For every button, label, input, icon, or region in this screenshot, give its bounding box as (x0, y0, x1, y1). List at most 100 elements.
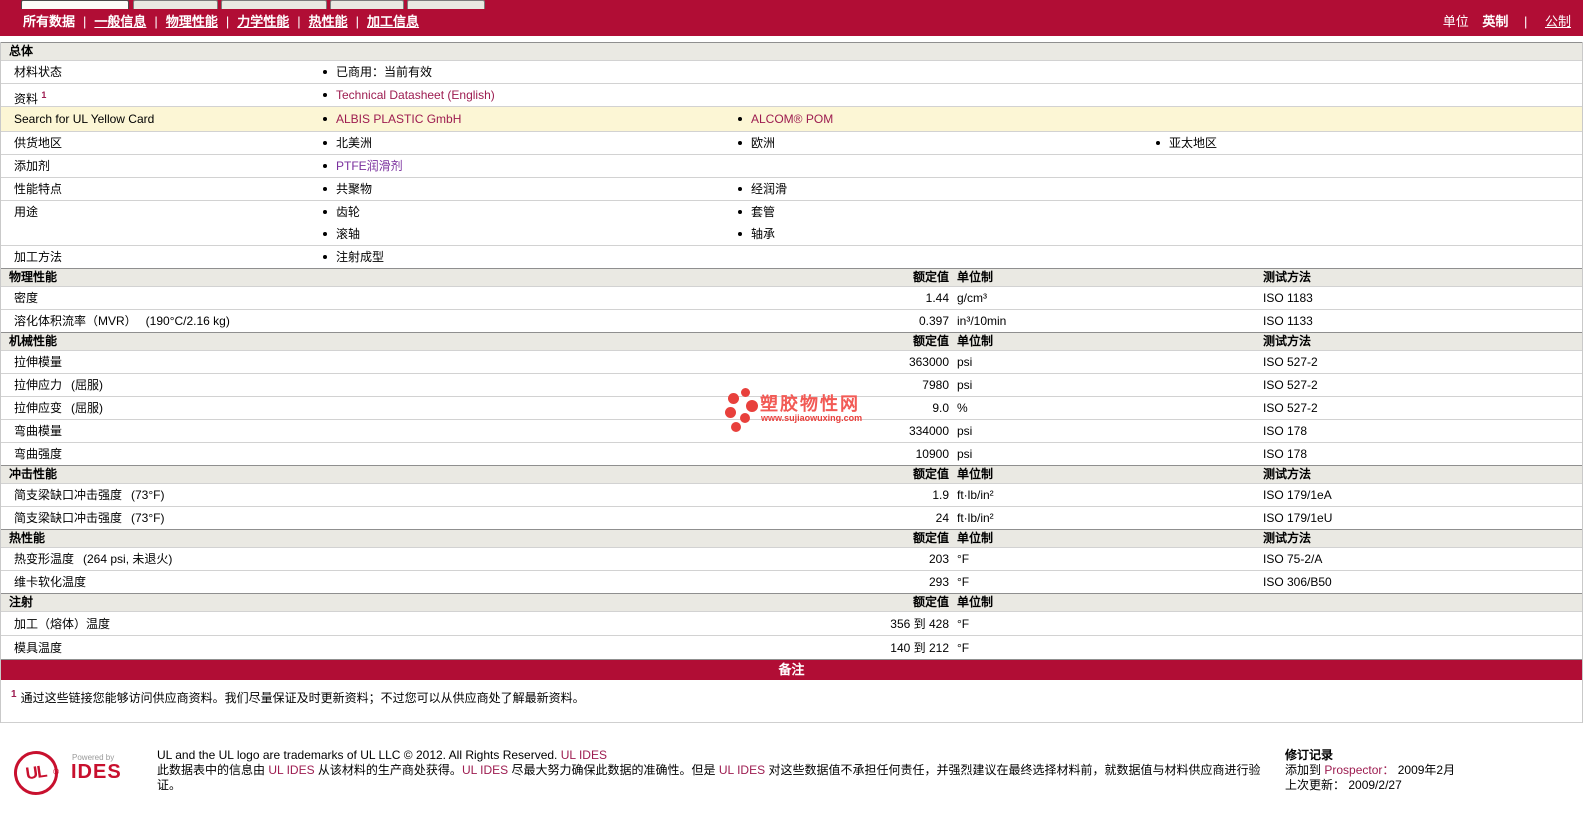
property-row: 拉伸模量 363000 psi ISO 527-2 (1, 350, 1582, 373)
property-unit: in³/10min (957, 314, 1007, 328)
col-header-unit: 单位制 (957, 270, 994, 284)
general-row-highlight: Search for UL Yellow Card ALBIS PLASTIC G… (1, 106, 1582, 131)
value-link[interactable]: Technical Datasheet (English) (336, 88, 495, 102)
property-value: 1.9 (932, 488, 949, 502)
property-value: 9.0 (932, 401, 949, 415)
col-header-method: 测试方法 (1263, 334, 1312, 348)
row-value-item: Technical Datasheet (English) (323, 84, 495, 106)
row-line: 添加剂 PTFE润滑剂 (1, 155, 1582, 177)
nav-link[interactable]: 物理性能 (166, 14, 218, 29)
ul-ides-link[interactable]: UL IDES (561, 748, 607, 762)
property-unit: °F (957, 575, 970, 589)
value-text: 滚轴 (336, 227, 361, 241)
property-unit: °F (957, 617, 970, 631)
row-label: 性能特点 (14, 182, 63, 196)
bullet-icon (1156, 140, 1160, 145)
nav-link[interactable]: 加工信息 (367, 14, 419, 29)
row-value-item: 欧洲 (738, 132, 775, 154)
section-header: 热性能 额定值 单位制 测试方法 (1, 529, 1582, 547)
datasheet-page: 所有数据 | 一般信息 | 物理性能 | 力学性能 | 热性能 | 加工信息 单位 英制 | 公制 … (0, 0, 1583, 828)
separator: | (297, 14, 301, 29)
property-condition: (190°C/2.16 kg) (145, 314, 230, 328)
unit-metric-link[interactable]: 公制 (1545, 14, 1571, 29)
row-value-item: 亚太地区 (1156, 132, 1217, 154)
property-value: 24 (935, 511, 949, 525)
value-text: 经润滑 (751, 182, 788, 196)
value-text: 北美洲 (336, 136, 373, 150)
trademark-text: UL and the UL logo are trademarks of UL … (157, 748, 561, 762)
col-header-value: 额定值 (912, 531, 949, 545)
value-link[interactable]: ALBIS PLASTIC GmbH (336, 112, 461, 126)
ul-ides-link[interactable]: UL IDES (719, 763, 765, 777)
browser-tab[interactable] (330, 0, 404, 9)
property-test-method: ISO 306/B50 (1263, 575, 1332, 589)
ul-ides-link[interactable]: UL IDES (462, 763, 508, 777)
prospector-link[interactable]: Prospector： (1324, 763, 1394, 777)
value-link-visited[interactable]: PTFE润滑剂 (336, 159, 403, 173)
property-row: 维卡软化温度 293 °F ISO 306/B50 (1, 570, 1582, 593)
bullet-icon (323, 231, 327, 236)
nav-link[interactable]: 力学性能 (237, 14, 289, 29)
row-value-item: 轴承 (738, 223, 775, 245)
value-text: 已商用：当前有效 (336, 65, 433, 79)
units-label: 单位 (1442, 14, 1469, 29)
property-name: 溶化体积流率（MVR） (190°C/2.16 kg) (14, 314, 230, 328)
section-title: 注射 (9, 595, 34, 609)
row-line: 加工方法 注射成型 (1, 246, 1582, 268)
nav-link[interactable]: 热性能 (309, 14, 348, 29)
value-link[interactable]: ALCOM® POM (751, 112, 833, 126)
row-value-item: 滚轴 (323, 223, 360, 245)
row-value-item: 注射成型 (323, 246, 384, 268)
footnote-marker: 1 (11, 689, 17, 700)
row-value-item: ALCOM® POM (738, 107, 833, 131)
property-value: 10900 (915, 447, 949, 461)
property-test-method: ISO 527-2 (1263, 401, 1318, 415)
property-name: 简支梁缺口冲击强度 (73°F) (14, 488, 165, 502)
property-row: 弯曲强度 10900 psi ISO 178 (1, 442, 1582, 465)
property-name: 热变形温度 (264 psi, 未退火) (14, 552, 173, 566)
ul-logo: UL ® (11, 748, 61, 798)
footer-text: UL and the UL logo are trademarks of UL … (157, 748, 1265, 793)
section-header: 物理性能 额定值 单位制 测试方法 (1, 268, 1582, 286)
added-label: 添加到 (1285, 763, 1322, 777)
property-unit: psi (957, 355, 973, 369)
disclaimer-segment: 此数据表中的信息由 (157, 763, 269, 777)
property-name: 弯曲模量 (14, 424, 63, 438)
browser-tab[interactable] (407, 0, 485, 9)
row-line: 滚轴 轴承 (1, 223, 1582, 245)
row-value-item: 北美洲 (323, 132, 372, 154)
property-condition: (264 psi, 未退火) (83, 552, 173, 566)
value-text: 欧洲 (751, 136, 776, 150)
bullet-icon (323, 186, 327, 191)
row-label: 用途 (14, 205, 39, 219)
bullet-icon (738, 140, 742, 145)
bullet-icon (323, 69, 327, 74)
property-unit: °F (957, 552, 970, 566)
property-unit: psi (957, 424, 973, 438)
page-footer: UL ® Powered by IDES UL and the UL logo … (0, 745, 1583, 819)
separator: | (83, 14, 87, 29)
ul-ides-link[interactable]: UL IDES (268, 763, 314, 777)
property-name: 拉伸应力 (屈服) (14, 378, 104, 392)
row-label[interactable]: Search for UL Yellow Card (14, 107, 154, 131)
property-value: 1.44 (925, 291, 949, 305)
property-value: 363000 (908, 355, 949, 369)
section-header: 冲击性能 额定值 单位制 测试方法 (1, 465, 1582, 483)
property-test-method: ISO 75-2/A (1263, 552, 1323, 566)
property-value: 140 到 212 (890, 641, 949, 655)
property-test-method: ISO 179/1eU (1263, 511, 1333, 525)
footnote-text: 通过这些链接您能够访问供应商资料。我们尽量保证及时更新资料；不过您可以从供应商处… (20, 691, 585, 705)
browser-tab[interactable] (133, 0, 218, 9)
browser-tab[interactable] (221, 0, 327, 9)
general-row: 用途 齿轮 套管 滚轴 轴承 (1, 200, 1582, 245)
section-header: 机械性能 额定值 单位制 测试方法 (1, 332, 1582, 350)
nav-link[interactable]: 一般信息 (94, 14, 146, 29)
ul-logo-text: UL (24, 761, 48, 784)
notes-bar: 备注 (1, 659, 1582, 680)
nav-tab-all-data[interactable]: 所有数据 (23, 14, 75, 29)
unit-imperial-active[interactable]: 英制 (1482, 14, 1508, 29)
browser-tab-active[interactable] (21, 0, 129, 9)
separator: | (154, 14, 158, 29)
col-header-value: 额定值 (912, 595, 949, 609)
property-test-method: ISO 1133 (1263, 314, 1313, 328)
